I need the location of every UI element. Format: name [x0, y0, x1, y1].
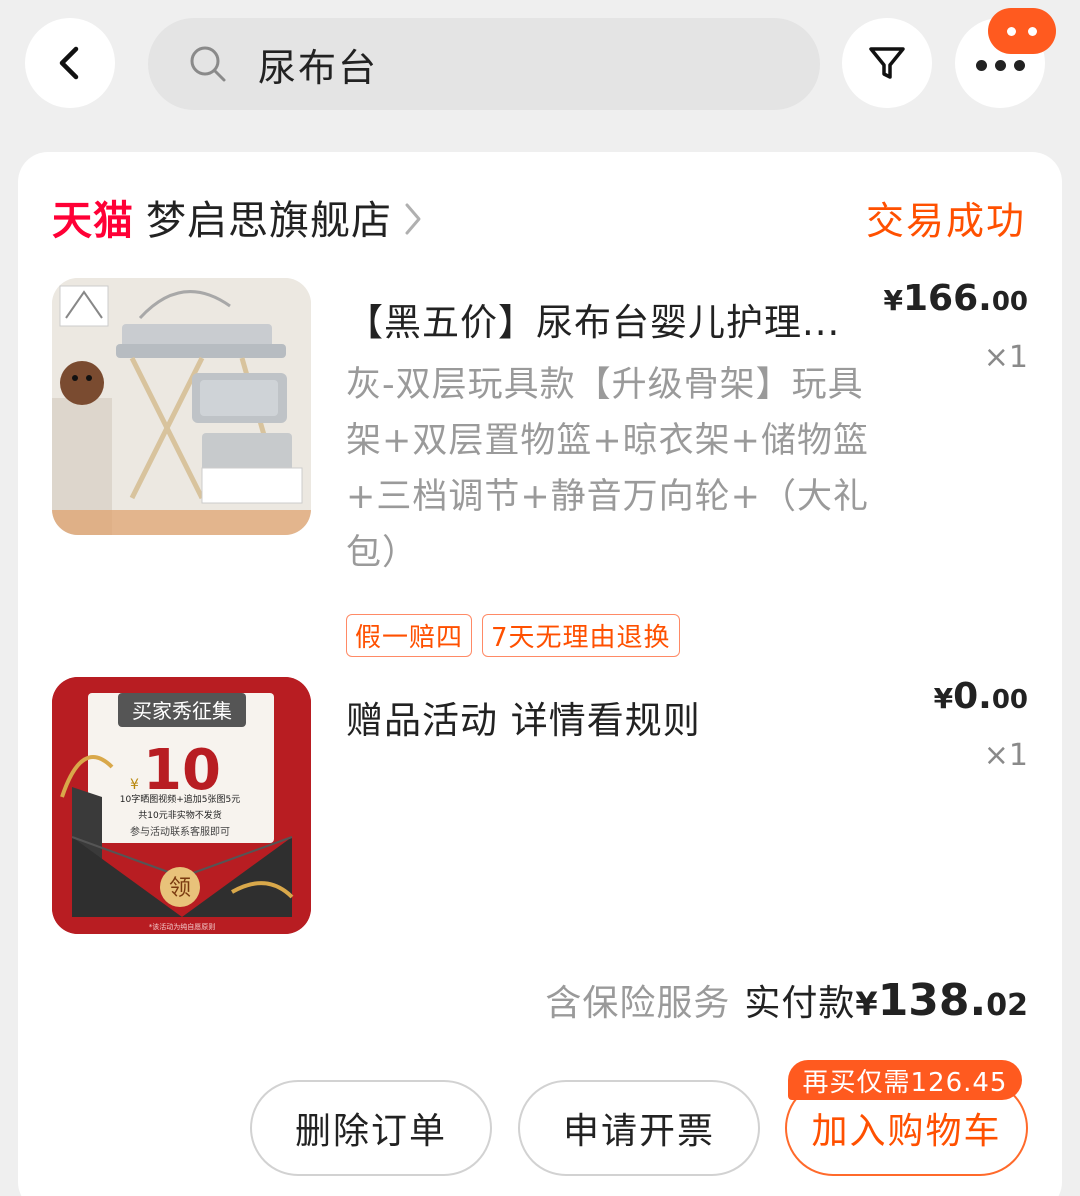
gift-price: ¥0.00 — [933, 676, 1028, 717]
svg-text:*该活动为纯自愿原则: *该活动为纯自愿原则 — [149, 922, 216, 931]
total-summary: 含保险服务 实付款 ¥138. 02 — [545, 974, 1028, 1026]
svg-text:共10元非实物不发货: 共10元非实物不发货 — [138, 809, 221, 821]
filter-button[interactable] — [842, 18, 932, 108]
shop-link[interactable]: 天猫 梦启思旗舰店 — [52, 188, 424, 246]
service-tags: 假一赔四 7天无理由退换 — [346, 614, 680, 657]
search-query: 尿布台 — [258, 45, 379, 90]
search-input[interactable]: 尿布台 — [148, 18, 820, 110]
paid-label: 实付款 — [744, 983, 856, 1024]
gift-image[interactable]: 买家秀征集 ¥ 10 10字晒图视频+追加5张图5元 共10元非实物不发货 参与… — [52, 677, 311, 934]
svg-text:参与活动联系客服即可: 参与活动联系客服即可 — [130, 825, 230, 838]
paid-amount-dec: 02 — [986, 988, 1028, 1023]
paid-currency: ¥ — [855, 985, 878, 1023]
item-quantity: ×1 — [983, 340, 1028, 375]
order-card: 天猫 梦启思旗舰店 交易成功 【黑五价】尿布台婴儿护理... ¥166.00 ×… — [18, 152, 1062, 1196]
gift-title[interactable]: 赠品活动 详情看规则 — [346, 690, 701, 744]
item-title[interactable]: 【黑五价】尿布台婴儿护理... — [346, 292, 840, 346]
more-icon — [975, 59, 1025, 71]
tag-7day-return: 7天无理由退换 — [482, 614, 680, 657]
promo-card-image: 买家秀征集 ¥ 10 10字晒图视频+追加5张图5元 共10元非实物不发货 参与… — [52, 677, 311, 934]
svg-text:¥: ¥ — [130, 777, 139, 793]
message-badge-icon[interactable] — [988, 8, 1056, 54]
rebuy-price-badge: 再买仅需126.45 — [788, 1060, 1022, 1100]
gift-quantity: ×1 — [983, 738, 1028, 773]
tmall-logo: 天猫 — [52, 198, 134, 244]
item-sku: 灰-双层玩具款【升级骨架】玩具架+双层置物篮+晾衣架+储物篮+三档调节+静音万向… — [346, 365, 869, 573]
svg-text:10字晒图视频+追加5张图5元: 10字晒图视频+追加5张图5元 — [120, 793, 240, 805]
chevron-left-icon — [59, 46, 79, 80]
paid-amount-int: 138. — [877, 975, 987, 1026]
delete-order-button[interactable]: 删除订单 — [250, 1080, 492, 1176]
chevron-right-icon — [405, 203, 421, 235]
filter-icon — [869, 47, 905, 79]
promo-banner: 买家秀征集 — [132, 699, 232, 723]
svg-text:10: 10 — [143, 738, 221, 803]
order-status: 交易成功 — [865, 199, 1026, 243]
search-icon — [190, 46, 226, 82]
shop-name: 梦启思旗舰店 — [146, 198, 392, 244]
item-price: ¥166.00 — [883, 278, 1029, 319]
tag-fake-compensation: 假一赔四 — [346, 614, 473, 657]
svg-text:领: 领 — [169, 876, 191, 901]
insurance-note: 含保险服务 — [545, 983, 731, 1024]
request-invoice-button[interactable]: 申请开票 — [518, 1080, 760, 1176]
changing-table-image — [52, 278, 311, 535]
back-button[interactable] — [25, 18, 115, 108]
product-image[interactable] — [52, 278, 311, 535]
